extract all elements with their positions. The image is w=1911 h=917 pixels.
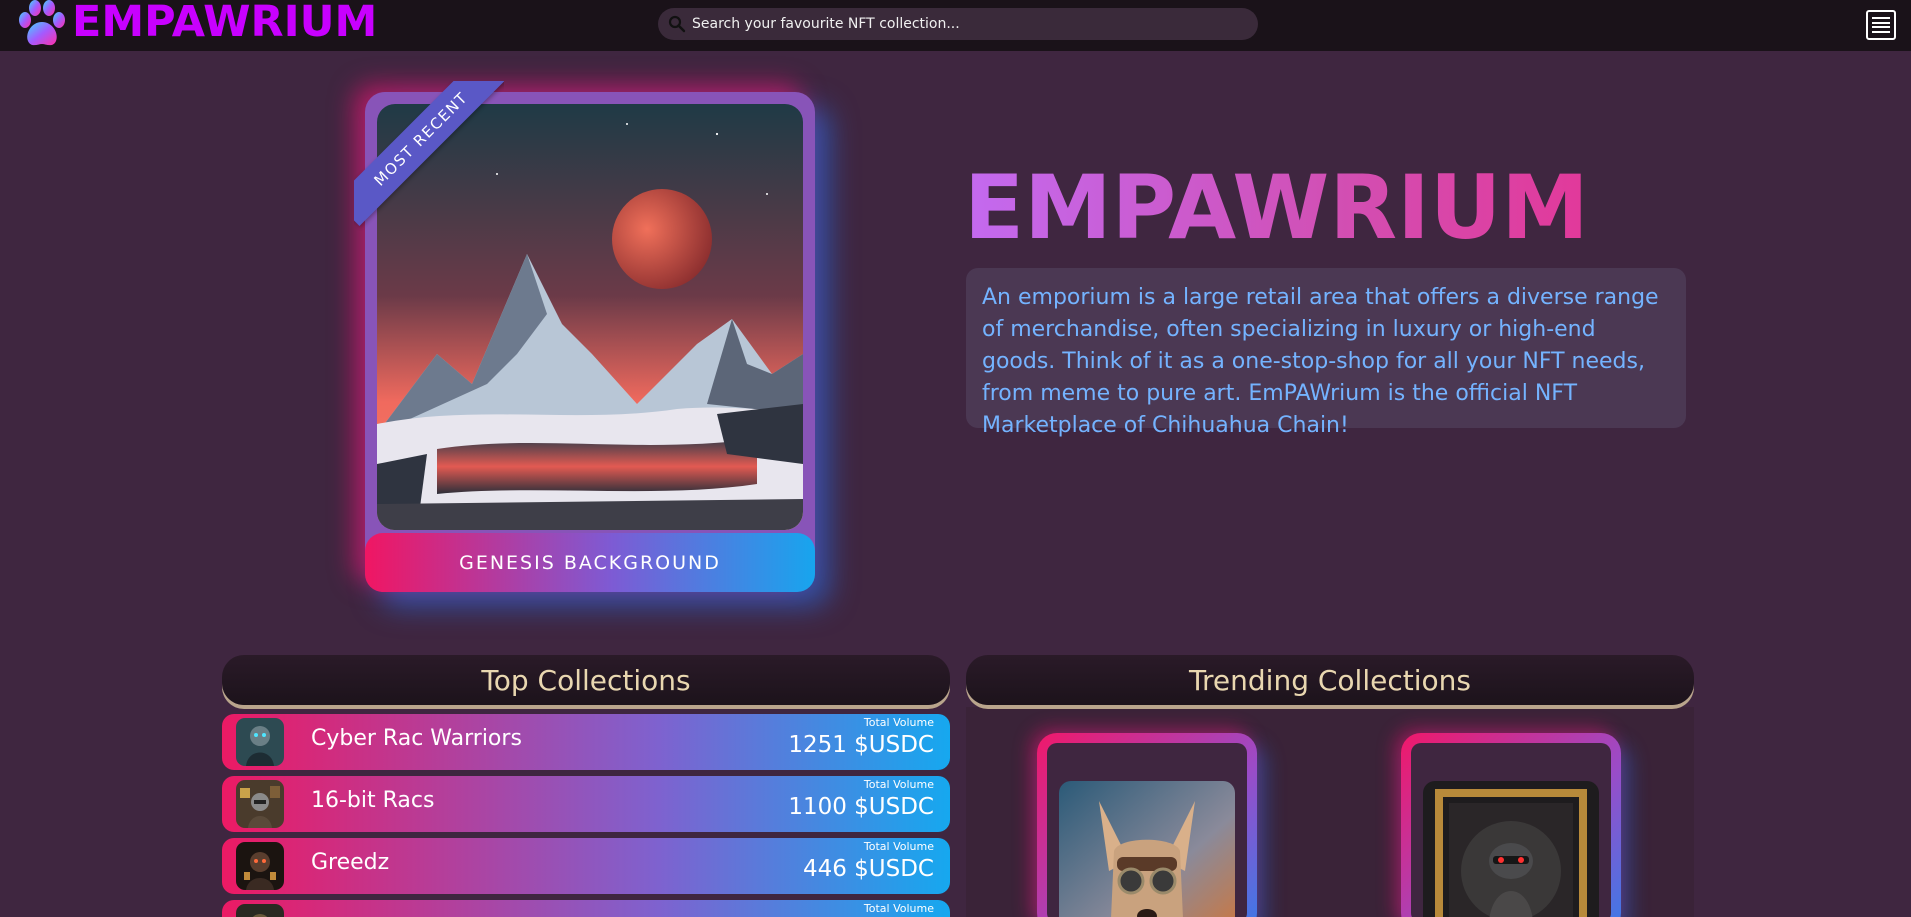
hero-description: An emporium is a large retail area that … — [966, 268, 1686, 438]
search-input[interactable] — [692, 16, 1232, 32]
brand-logo[interactable]: EMPAWRIUM — [16, 0, 377, 51]
top-collections-header: Top Collections — [222, 655, 950, 705]
paw-logo-icon — [16, 0, 68, 51]
trending-collections-header: Trending Collections — [966, 655, 1694, 705]
menu-icon — [1872, 17, 1890, 19]
collection-volume: 1251 $USDC — [788, 732, 934, 758]
collection-row[interactable]: Total Volume — [222, 900, 950, 917]
volume-label: Total Volume — [863, 716, 934, 729]
hero-title: EMPAWRIUM — [964, 156, 1589, 259]
trending-collection-image — [1059, 781, 1235, 917]
collection-name: Cyber Rac Warriors — [311, 726, 522, 751]
collection-row[interactable]: 16-bit Racs Total Volume 1100 $USDC — [222, 776, 950, 832]
volume-label: Total Volume — [863, 840, 934, 853]
collection-volume: 1100 $USDC — [788, 794, 934, 820]
brand-name: EMPAWRIUM — [72, 0, 378, 47]
menu-button[interactable] — [1866, 10, 1896, 40]
trending-collection-card[interactable] — [1037, 733, 1257, 917]
collection-thumbnail — [236, 718, 284, 766]
most-recent-ribbon: MOST RECENT — [354, 81, 504, 226]
collection-thumbnail — [236, 904, 284, 917]
trending-collection-image — [1423, 781, 1599, 917]
featured-nft-name-button[interactable]: GENESIS BACKGROUND — [365, 533, 815, 592]
trending-collection-card[interactable] — [1401, 733, 1621, 917]
search-icon — [668, 15, 686, 33]
collection-volume: 446 $USDC — [802, 856, 934, 882]
collection-thumbnail — [236, 842, 284, 890]
collection-row[interactable]: Cyber Rac Warriors Total Volume 1251 $US… — [222, 714, 950, 770]
top-navbar: EMPAWRIUM — [0, 0, 1911, 51]
featured-nft-card[interactable]: MOST RECENT GENESIS BACKGROUND — [354, 81, 815, 592]
collection-row[interactable]: Greedz Total Volume 446 $USDC — [222, 838, 950, 894]
volume-label: Total Volume — [863, 902, 934, 915]
volume-label: Total Volume — [863, 778, 934, 791]
collection-name: 16-bit Racs — [311, 788, 435, 813]
collection-thumbnail — [236, 780, 284, 828]
collection-name: Greedz — [311, 850, 390, 875]
search-bar[interactable] — [658, 8, 1258, 40]
